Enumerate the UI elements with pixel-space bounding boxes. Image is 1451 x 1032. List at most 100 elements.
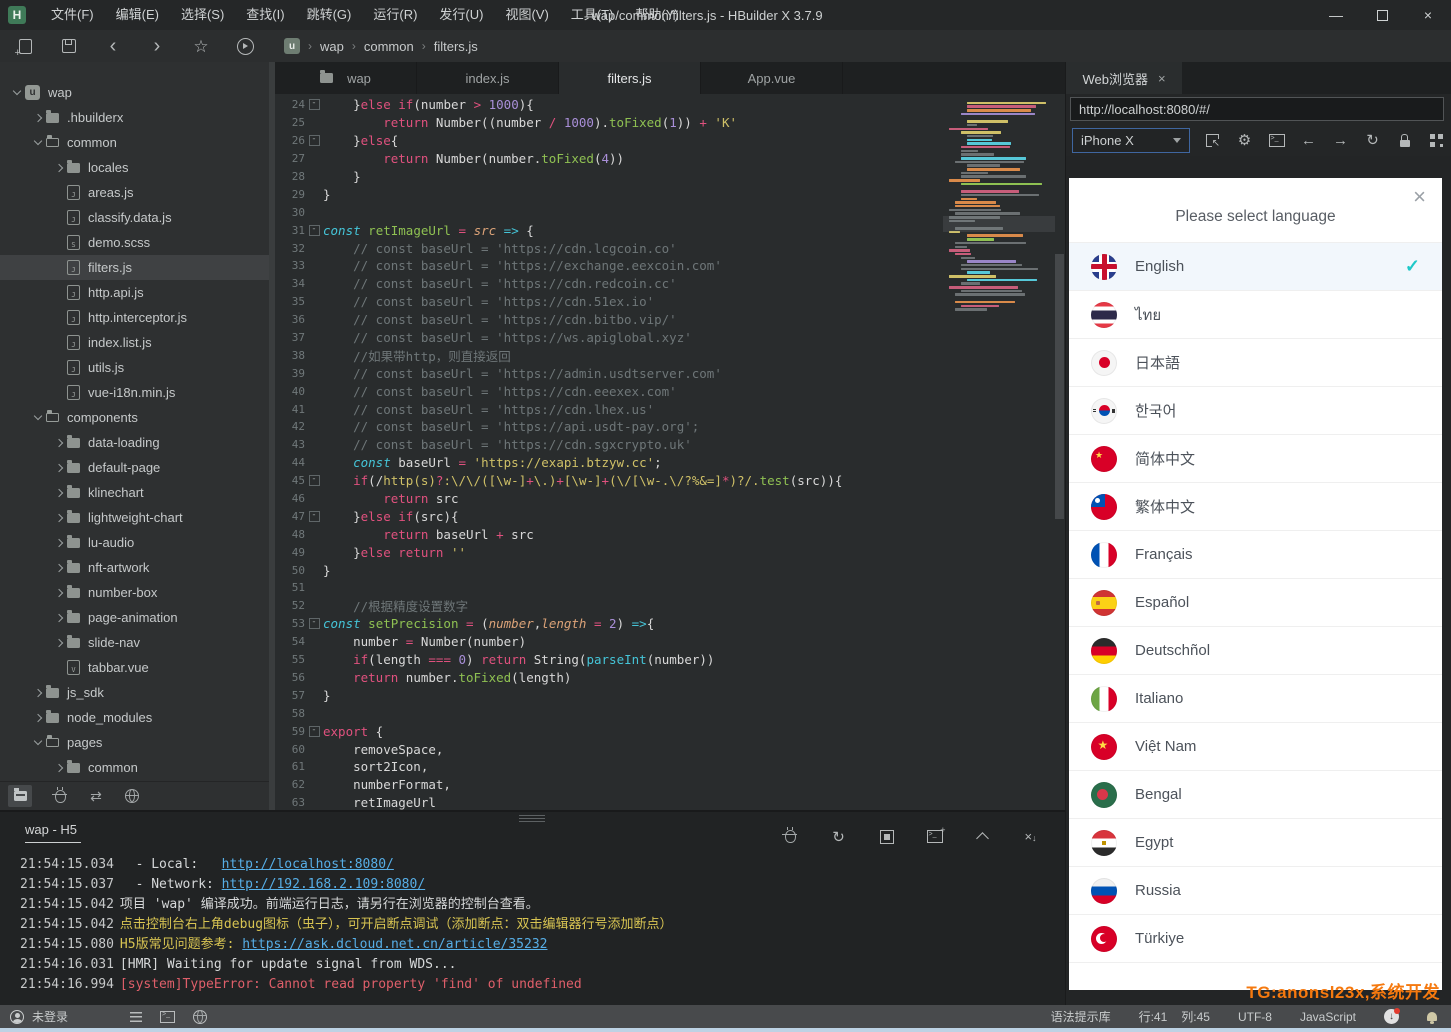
bell-icon[interactable] bbox=[1427, 1012, 1437, 1024]
run-button[interactable] bbox=[236, 37, 254, 55]
qrcode-button[interactable] bbox=[1427, 131, 1446, 150]
minimize-button[interactable]: — bbox=[1313, 0, 1359, 30]
code-line[interactable]: 24- }else if(number > 1000){ bbox=[275, 96, 1065, 114]
code-line[interactable]: 37 // const baseUrl = 'https://ws.apiglo… bbox=[275, 329, 1065, 347]
code-line[interactable]: 55 if(length === 0) return String(parseI… bbox=[275, 651, 1065, 669]
language-item-fr[interactable]: Français bbox=[1069, 531, 1442, 579]
tree-item-locales[interactable]: locales bbox=[0, 155, 275, 180]
open-console-button[interactable] bbox=[1267, 131, 1286, 150]
code-line[interactable]: 27 return Number(number.toFixed(4)) bbox=[275, 150, 1065, 168]
code-line[interactable]: 52 //根据精度设置数字 bbox=[275, 597, 1065, 615]
language-item-cn[interactable]: ★ 简体中文 bbox=[1069, 435, 1442, 483]
console-debug-button[interactable] bbox=[782, 828, 799, 845]
update-icon[interactable]: ↓ bbox=[1384, 1008, 1400, 1024]
tree-item-components[interactable]: components bbox=[0, 405, 275, 430]
menu-item[interactable]: 视图(V) bbox=[494, 0, 559, 30]
tree-item-data-loading[interactable]: data-loading bbox=[0, 430, 275, 455]
browser-forward-button[interactable]: → bbox=[1331, 131, 1350, 150]
fold-minus-icon[interactable]: - bbox=[308, 475, 320, 487]
tree-item-utils.js[interactable]: Jutils.js bbox=[0, 355, 275, 380]
language-item-bd[interactable]: Bengal bbox=[1069, 771, 1442, 819]
code-line[interactable]: 44 const baseUrl = 'https://exapi.btzyw.… bbox=[275, 454, 1065, 472]
sync-view-button[interactable]: ⇄ bbox=[88, 788, 104, 804]
tree-item-classify.data.js[interactable]: Jclassify.data.js bbox=[0, 205, 275, 230]
language-item-th[interactable]: ไทย bbox=[1069, 291, 1442, 339]
tree-item-node_modules[interactable]: node_modules bbox=[0, 705, 275, 730]
console-stop-button[interactable] bbox=[878, 828, 895, 845]
code-area[interactable]: 24- }else if(number > 1000){25 return Nu… bbox=[275, 94, 1065, 810]
tree-item-vue-i18n.min.js[interactable]: Jvue-i18n.min.js bbox=[0, 380, 275, 405]
language-item-ru[interactable]: Russia bbox=[1069, 867, 1442, 915]
language-item-kr[interactable]: 한국어 bbox=[1069, 387, 1442, 435]
code-line[interactable]: 32 // const baseUrl = 'https://cdn.lcgco… bbox=[275, 239, 1065, 257]
new-file-button[interactable] bbox=[15, 37, 34, 59]
breadcrumb-folder[interactable]: common bbox=[364, 39, 414, 54]
code-line[interactable]: 47- }else if(src){ bbox=[275, 507, 1065, 525]
tree-item-klinechart[interactable]: klinechart bbox=[0, 480, 275, 505]
tab-App.vue[interactable]: App.vue bbox=[701, 62, 843, 94]
code-line[interactable]: 60 removeSpace, bbox=[275, 740, 1065, 758]
code-line[interactable]: 62 numberFormat, bbox=[275, 776, 1065, 794]
fold-minus-icon[interactable]: - bbox=[308, 135, 320, 147]
tree-item-slide-nav[interactable]: slide-nav bbox=[0, 630, 275, 655]
language-item-it[interactable]: Italiano bbox=[1069, 675, 1442, 723]
code-line[interactable]: 33 // const baseUrl = 'https://exchange.… bbox=[275, 257, 1065, 275]
fold-minus-icon[interactable]: - bbox=[308, 224, 320, 236]
back-button[interactable]: ‹ bbox=[104, 36, 122, 56]
forward-button[interactable]: › bbox=[148, 36, 166, 56]
tree-item-common[interactable]: common bbox=[0, 755, 275, 780]
language-item-jp[interactable]: 日本語 bbox=[1069, 339, 1442, 387]
code-line[interactable]: 38 //如果带http，则直接返回 bbox=[275, 346, 1065, 364]
files-view-button[interactable] bbox=[8, 785, 32, 807]
menu-item[interactable]: 编辑(E) bbox=[105, 0, 170, 30]
url-input[interactable] bbox=[1070, 97, 1444, 121]
modal-close-icon[interactable]: × bbox=[1413, 186, 1426, 208]
code-line[interactable]: 61 sort2Icon, bbox=[275, 758, 1065, 776]
code-line[interactable]: 59- export { bbox=[275, 722, 1065, 740]
tree-item-lu-audio[interactable]: lu-audio bbox=[0, 530, 275, 555]
fold-minus-icon[interactable]: - bbox=[308, 725, 320, 737]
minimap[interactable] bbox=[943, 98, 1055, 314]
browser-back-button[interactable]: ← bbox=[1299, 131, 1318, 150]
tree-item-http.api.js[interactable]: Jhttp.api.js bbox=[0, 280, 275, 305]
code-line[interactable]: 48 return baseUrl + src bbox=[275, 525, 1065, 543]
close-icon[interactable]: × bbox=[1158, 71, 1166, 86]
terminal-icon[interactable] bbox=[160, 1010, 176, 1023]
syntax-hint-lib[interactable]: 语法提示库 bbox=[1051, 1008, 1111, 1025]
encoding[interactable]: UTF-8 bbox=[1238, 1010, 1272, 1024]
tree-item-wap[interactable]: u wap bbox=[0, 80, 275, 105]
menu-item[interactable]: 文件(F) bbox=[40, 0, 105, 30]
code-line[interactable]: 36 // const baseUrl = 'https://cdn.bitbo… bbox=[275, 311, 1065, 329]
code-line[interactable]: 28 } bbox=[275, 168, 1065, 186]
code-line[interactable]: 57} bbox=[275, 686, 1065, 704]
code-line[interactable]: 46 return src bbox=[275, 490, 1065, 508]
open-external-browser-button[interactable] bbox=[1203, 131, 1222, 150]
code-line[interactable]: 51 bbox=[275, 579, 1065, 597]
menu-item[interactable]: 查找(I) bbox=[235, 0, 295, 30]
code-line[interactable]: 35 // const baseUrl = 'https://cdn.51ex.… bbox=[275, 293, 1065, 311]
cursor-column[interactable]: 列:45 bbox=[1181, 1008, 1210, 1025]
code-line[interactable]: 43 // const baseUrl = 'https://cdn.sgxcr… bbox=[275, 436, 1065, 454]
browser-refresh-button[interactable]: ↻ bbox=[1363, 131, 1382, 150]
tree-item-tabbar.vue[interactable]: Vtabbar.vue bbox=[0, 655, 275, 680]
language-item-es[interactable]: Español bbox=[1069, 579, 1442, 627]
tree-item-lightweight-chart[interactable]: lightweight-chart bbox=[0, 505, 275, 530]
code-line[interactable]: 40 // const baseUrl = 'https://cdn.eeexe… bbox=[275, 382, 1065, 400]
code-line[interactable]: 63 retImageUrl bbox=[275, 794, 1065, 810]
code-line[interactable]: 26- }else{ bbox=[275, 132, 1065, 150]
browser-tab[interactable]: Web浏览器 × bbox=[1066, 62, 1182, 94]
language-item-tr[interactable]: Türkiye bbox=[1069, 915, 1442, 963]
code-line[interactable]: 42 // const baseUrl = 'https://api.usdt-… bbox=[275, 418, 1065, 436]
breadcrumb-file[interactable]: filters.js bbox=[434, 39, 478, 54]
fold-minus-icon[interactable]: - bbox=[308, 99, 320, 111]
code-line[interactable]: 25 return Number((number / 1000).toFixed… bbox=[275, 114, 1065, 132]
code-line[interactable]: 53- const setPrecision = (number,length =… bbox=[275, 615, 1065, 633]
tree-item-number-box[interactable]: number-box bbox=[0, 580, 275, 605]
tree-item-nft-artwork[interactable]: nft-artwork bbox=[0, 555, 275, 580]
code-line[interactable]: 45- if(/http(s)?:\/\/([\w-]+\.)+[\w-]+(\… bbox=[275, 472, 1065, 490]
tab-filters.js[interactable]: filters.js bbox=[559, 62, 701, 94]
editor-scrollbar-thumb[interactable] bbox=[1055, 254, 1064, 519]
tab-index.js[interactable]: index.js bbox=[417, 62, 559, 94]
device-select[interactable]: iPhone X bbox=[1072, 127, 1190, 153]
tree-item-demo.scss[interactable]: Sdemo.scss bbox=[0, 230, 275, 255]
